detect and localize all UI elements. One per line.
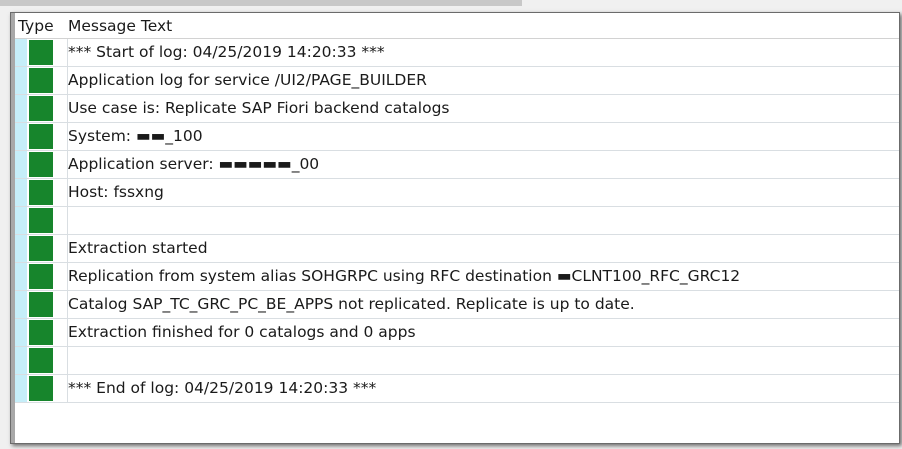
status-success-icon xyxy=(29,152,53,177)
table-row[interactable]: Extraction started xyxy=(15,235,899,263)
row-selector[interactable] xyxy=(15,207,27,234)
message-text: Extraction started xyxy=(68,239,208,257)
message-text: Use case is: Replicate SAP Fiori backend… xyxy=(68,99,450,117)
table-row[interactable]: Extraction finished for 0 catalogs and 0… xyxy=(15,319,899,347)
message-text: System: ▬▬_100 xyxy=(68,127,203,145)
status-success-icon xyxy=(29,264,53,289)
row-selector[interactable] xyxy=(15,291,27,318)
table-row[interactable]: Host: fssxng xyxy=(15,179,899,207)
table-row[interactable]: Application server: ▬▬▬▬▬_00 xyxy=(15,151,899,179)
column-header-message-text[interactable]: Message Text xyxy=(68,17,172,35)
status-success-icon xyxy=(29,124,53,149)
row-selector[interactable] xyxy=(15,235,27,262)
table-row[interactable]: System: ▬▬_100 xyxy=(15,123,899,151)
row-selector[interactable] xyxy=(15,263,27,290)
table-row[interactable]: Catalog SAP_TC_GRC_PC_BE_APPS not replic… xyxy=(15,291,899,319)
row-selector[interactable] xyxy=(15,179,27,206)
message-text: *** Start of log: 04/25/2019 14:20:33 **… xyxy=(68,43,385,61)
status-success-icon xyxy=(29,180,53,205)
status-success-icon xyxy=(29,68,53,93)
message-text: Catalog SAP_TC_GRC_PC_BE_APPS not replic… xyxy=(68,295,635,313)
table-header: Type Message Text xyxy=(15,13,899,39)
column-header-type[interactable]: Type xyxy=(18,17,54,35)
message-text: Host: fssxng xyxy=(68,183,164,201)
status-success-icon xyxy=(29,236,53,261)
row-selector[interactable] xyxy=(15,95,27,122)
message-text: Extraction finished for 0 catalogs and 0… xyxy=(68,323,416,341)
table-row[interactable] xyxy=(15,347,899,375)
application-log-table: Type Message Text *** Start of log: 04/2… xyxy=(10,12,900,444)
table-body: *** Start of log: 04/25/2019 14:20:33 **… xyxy=(15,39,899,403)
table-row[interactable]: *** Start of log: 04/25/2019 14:20:33 **… xyxy=(15,39,899,67)
row-selector[interactable] xyxy=(15,347,27,374)
table-row[interactable]: Application log for service /UI2/PAGE_BU… xyxy=(15,67,899,95)
row-selector[interactable] xyxy=(15,151,27,178)
status-success-icon xyxy=(29,40,53,65)
status-success-icon xyxy=(29,96,53,121)
status-success-icon xyxy=(29,348,53,373)
table-row[interactable]: Replication from system alias SOHGRPC us… xyxy=(15,263,899,291)
table-row[interactable]: Use case is: Replicate SAP Fiori backend… xyxy=(15,95,899,123)
message-text: *** End of log: 04/25/2019 14:20:33 *** xyxy=(68,379,377,397)
status-success-icon xyxy=(29,376,53,401)
status-success-icon xyxy=(29,292,53,317)
message-text: Application log for service /UI2/PAGE_BU… xyxy=(68,71,427,89)
message-text: Application server: ▬▬▬▬▬_00 xyxy=(68,155,320,173)
window-top-strip xyxy=(0,0,522,6)
row-selector[interactable] xyxy=(15,319,27,346)
row-selector[interactable] xyxy=(15,67,27,94)
message-text: Replication from system alias SOHGRPC us… xyxy=(68,267,741,285)
row-selector[interactable] xyxy=(15,39,27,66)
table-row[interactable] xyxy=(15,207,899,235)
status-success-icon xyxy=(29,208,53,233)
row-selector[interactable] xyxy=(15,375,27,402)
status-success-icon xyxy=(29,320,53,345)
row-selector[interactable] xyxy=(15,123,27,150)
table-row[interactable]: *** End of log: 04/25/2019 14:20:33 *** xyxy=(15,375,899,403)
